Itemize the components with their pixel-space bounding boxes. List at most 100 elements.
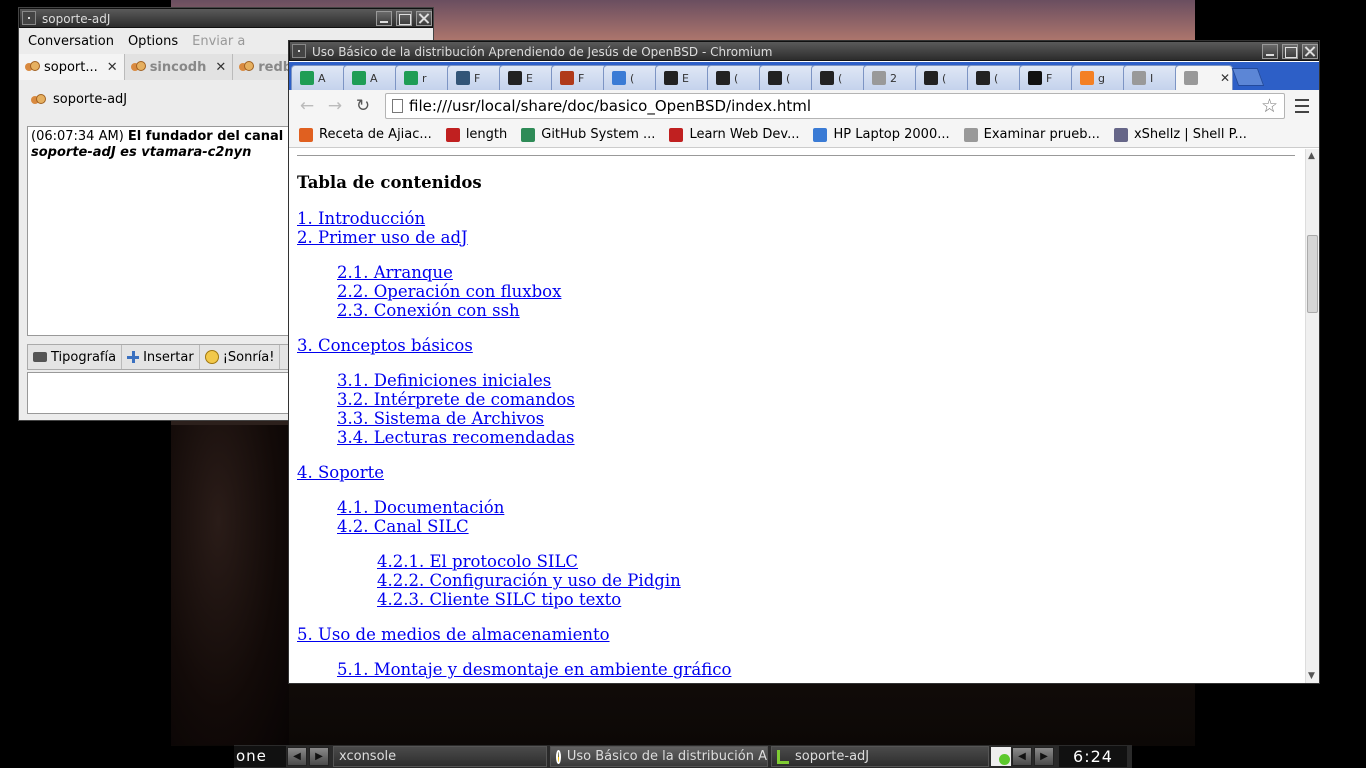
toc-link[interactable]: 2.2. Operación con fluxbox (337, 282, 561, 301)
bookmark-label: length (465, 127, 508, 142)
menu-send-to[interactable]: Enviar a (192, 34, 245, 49)
github-icon (1028, 71, 1042, 85)
maximize-icon[interactable] (1282, 44, 1298, 59)
close-tab-icon[interactable]: ✕ (107, 60, 118, 75)
toc-link[interactable]: 4.1. Documentación (337, 498, 504, 517)
back-icon[interactable]: ← (293, 96, 321, 116)
elephant-icon (456, 71, 470, 85)
browser-tab[interactable]: ( (967, 65, 1023, 90)
new-tab-button[interactable] (1231, 68, 1265, 86)
window-menu-icon[interactable] (292, 44, 306, 58)
conversation-tab-sincodh[interactable]: sincodh ✕ (124, 54, 234, 80)
browser-tab-label: ( (994, 71, 999, 85)
browser-tab[interactable]: ( (811, 65, 867, 90)
smile-button-label: ¡Sonría! (222, 349, 275, 365)
page-icon (1132, 71, 1146, 85)
font-button[interactable]: Tipografía (28, 345, 123, 369)
address-bar[interactable]: file:///usr/local/share/doc/basico_OpenB… (385, 93, 1285, 119)
bookmark-item[interactable]: HP Laptop 2000... (813, 127, 950, 142)
task-chromium[interactable]: Uso Básico de la distribución A (550, 746, 768, 767)
chromium-titlebar[interactable]: Uso Básico de la distribución Aprendiend… (289, 41, 1319, 61)
toc-link[interactable]: 2.3. Conexión con ssh (337, 301, 520, 320)
next-window-icon[interactable]: ▶ (1034, 747, 1054, 766)
pidgin-titlebar[interactable]: soporte-adJ (19, 8, 433, 28)
browser-tab[interactable]: E (655, 65, 711, 90)
browser-tab[interactable]: F (1019, 65, 1075, 90)
tux-icon (716, 71, 730, 85)
browser-tab[interactable]: A (291, 65, 347, 90)
toc-link[interactable]: 2. Primer uso de adJ (297, 228, 468, 247)
toc-link[interactable]: 5.1. Montaje y desmontaje en ambiente gr… (337, 660, 731, 679)
toc-link[interactable]: 3.2. Intérprete de comandos (337, 390, 575, 409)
browser-tab[interactable]: ( (603, 65, 659, 90)
browser-toolbar: ← → ↻ file:///usr/local/share/doc/basico… (289, 90, 1319, 122)
toc-link[interactable]: 3.4. Lecturas recomendadas (337, 428, 575, 447)
browser-tab[interactable]: A (343, 65, 399, 90)
reload-icon[interactable]: ↻ (349, 96, 377, 116)
task-xconsole[interactable]: xconsole (333, 746, 547, 767)
browser-tab[interactable]: F (551, 65, 607, 90)
network-tray-icon[interactable] (991, 747, 1011, 766)
plus-icon (127, 351, 140, 363)
browser-tab[interactable]: E (499, 65, 555, 90)
toc-link[interactable]: 1. Introducción (297, 209, 425, 228)
browser-menu-icon[interactable] (1295, 99, 1309, 113)
vertical-scrollbar[interactable]: ▲ ▼ (1305, 149, 1319, 683)
prev-window-icon[interactable]: ◀ (1012, 747, 1032, 766)
browser-tab-label: g (1098, 71, 1105, 85)
close-icon[interactable] (416, 11, 432, 26)
toc-link[interactable]: 2.1. Arranque (337, 263, 453, 282)
conversation-tab-soporte[interactable]: soport... ✕ (19, 54, 125, 80)
browser-tab[interactable]: r (395, 65, 451, 90)
menu-conversation[interactable]: Conversation (28, 34, 114, 49)
toc-link[interactable]: 4.2.2. Configuración y uso de Pidgin (377, 571, 681, 590)
close-tab-icon[interactable]: ✕ (215, 60, 226, 75)
workspace-name[interactable]: one (234, 746, 286, 767)
forward-icon[interactable]: → (321, 96, 349, 116)
toc-link[interactable]: 4.2.1. El protocolo SILC (377, 552, 578, 571)
task-pidgin[interactable]: soporte-adJ (771, 746, 989, 767)
bookmark-item[interactable]: length (445, 127, 508, 142)
bookmark-label: GitHub System ... (541, 127, 656, 142)
browser-tab[interactable]: 2 (863, 65, 919, 90)
page-content[interactable]: Tabla de contenidos 1. Introducción 2. Pr… (289, 149, 1303, 683)
sheet-icon (300, 71, 314, 85)
browser-tab[interactable]: g (1071, 65, 1127, 90)
minimize-icon[interactable] (376, 11, 392, 26)
toc-link[interactable]: 4.2.3. Cliente SILC tipo texto (377, 590, 621, 609)
bookmark-star-icon[interactable]: ☆ (1261, 95, 1278, 117)
next-workspace-icon[interactable]: ▶ (309, 747, 329, 766)
toc-link[interactable]: 5. Uso de medios de almacenamiento (297, 625, 610, 644)
window-menu-icon[interactable] (22, 11, 36, 25)
browser-tab[interactable]: ( (915, 65, 971, 90)
minimize-icon[interactable] (1262, 44, 1278, 59)
browser-tab[interactable]: ( (707, 65, 763, 90)
toc-link[interactable]: 4. Soporte (297, 463, 384, 482)
page-icon (1184, 71, 1198, 85)
menu-options[interactable]: Options (128, 34, 178, 49)
scroll-up-icon[interactable]: ▲ (1308, 151, 1315, 161)
bookmark-item[interactable]: GitHub System ... (521, 127, 655, 142)
bookmark-item[interactable]: Receta de Ajiac... (299, 127, 432, 142)
toc-link[interactable]: 3.1. Definiciones iniciales (337, 371, 551, 390)
browser-tab[interactable]: I (1123, 65, 1179, 90)
bookmark-item[interactable]: Examinar prueb... (963, 127, 1100, 142)
toc-link[interactable]: 3.3. Sistema de Archivos (337, 409, 544, 428)
maximize-icon[interactable] (396, 11, 412, 26)
prev-workspace-icon[interactable]: ◀ (287, 747, 307, 766)
bookmark-item[interactable]: xShellz | Shell P... (1113, 127, 1247, 142)
browser-tab[interactable]: F (447, 65, 503, 90)
close-tab-icon[interactable]: ✕ (1220, 71, 1230, 85)
bookmark-label: xShellz | Shell P... (1133, 127, 1247, 142)
tux-icon (508, 71, 522, 85)
toc-link[interactable]: 3. Conceptos básicos (297, 336, 473, 355)
scroll-down-icon[interactable]: ▼ (1308, 671, 1315, 681)
bookmark-item[interactable]: Learn Web Dev... (669, 127, 799, 142)
browser-tab[interactable]: ✕ (1175, 65, 1233, 90)
browser-tab[interactable]: ( (759, 65, 815, 90)
smile-button[interactable]: ¡Sonría! (200, 345, 281, 369)
close-icon[interactable] (1302, 44, 1318, 59)
toc-link[interactable]: 4.2. Canal SILC (337, 517, 469, 536)
insert-button[interactable]: Insertar (122, 345, 200, 369)
scrollbar-thumb[interactable] (1307, 235, 1318, 313)
